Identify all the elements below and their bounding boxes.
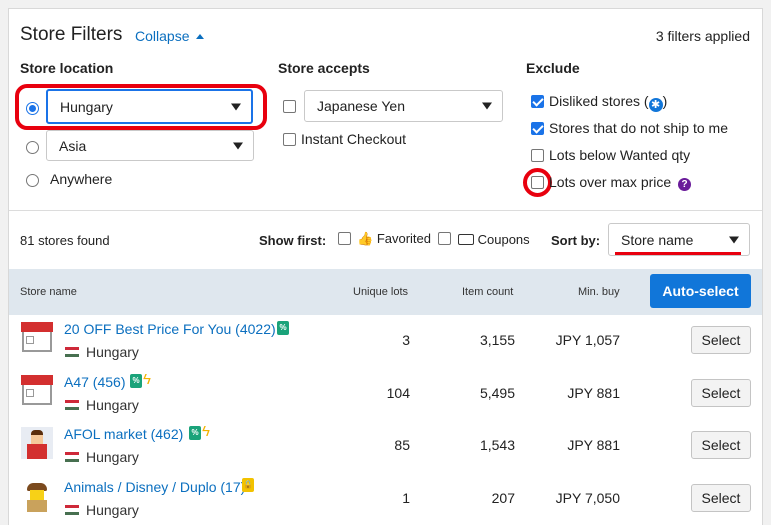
- favorited-option: 👍 Favorited: [357, 231, 431, 247]
- store-location-heading: Store location: [20, 60, 114, 76]
- store-link[interactable]: AFOL market (462): [64, 426, 183, 442]
- stores-found-count: 81 stores found: [20, 233, 110, 248]
- coupons-label: Coupons: [477, 232, 530, 247]
- exclude-noship-checkbox[interactable]: [531, 122, 544, 135]
- store-link[interactable]: A47 (456): [64, 374, 125, 390]
- currency-select-value: Japanese Yen: [317, 98, 405, 114]
- store-country: Hungary: [86, 449, 139, 465]
- exclude-disliked-label: Disliked stores (✱): [549, 93, 667, 112]
- storefront-icon: [21, 322, 53, 354]
- collapse-label: Collapse: [135, 28, 190, 44]
- column-header[interactable]: Unique lots: [353, 286, 408, 298]
- hungary-flag-icon: [65, 400, 79, 410]
- highlight-circle: [523, 168, 552, 197]
- exclude-below-wanted-label: Lots below Wanted qty: [549, 147, 691, 163]
- page-title: Store Filters: [20, 24, 123, 45]
- minifig-avatar: [21, 427, 53, 459]
- auto-select-button[interactable]: Auto-select: [650, 274, 751, 308]
- favorited-checkbox[interactable]: [338, 232, 351, 245]
- min-buy: JPY 881: [567, 385, 620, 401]
- exclude-disliked-text: Disliked stores (: [549, 93, 649, 109]
- table-row: 20 OFF Best Price For You (4022) % Hunga…: [9, 318, 762, 370]
- store-country: Hungary: [86, 397, 139, 413]
- region-select[interactable]: Asia: [46, 130, 254, 161]
- exclude-noship-label: Stores that do not ship to me: [549, 120, 728, 136]
- anywhere-label: Anywhere: [50, 171, 113, 187]
- coupon-badge-icon: %: [130, 374, 142, 388]
- unique-lots: 1: [402, 490, 410, 506]
- exclude-over-max-label: Lots over max price ?: [549, 174, 692, 191]
- table-row: AFOL market (462) % ϟ Hungary 85 1,543 J…: [9, 423, 762, 475]
- coupon-badge-icon: %: [277, 321, 289, 335]
- lightning-icon: ϟ: [202, 423, 210, 440]
- currency-checkbox[interactable]: [283, 100, 296, 113]
- exclude-over-max-text: Lots over max price: [549, 174, 672, 190]
- item-count: 3,155: [479, 332, 515, 348]
- select-button[interactable]: Select: [691, 431, 751, 459]
- lightning-icon: ϟ: [143, 371, 151, 388]
- favorited-label: Favorited: [376, 231, 432, 246]
- lock-badge-icon: 🔒: [242, 478, 254, 492]
- chevron-down-icon: [482, 102, 492, 110]
- store-link[interactable]: Animals / Disney / Duplo (17): [64, 479, 245, 495]
- chevron-up-icon: [196, 34, 205, 39]
- store-accepts-heading: Store accepts: [278, 60, 370, 76]
- exclude-heading: Exclude: [526, 60, 580, 76]
- unique-lots: 3: [402, 332, 410, 348]
- item-count: 1,543: [479, 437, 515, 453]
- coupons-checkbox[interactable]: [438, 232, 451, 245]
- hungary-flag-icon: [65, 452, 79, 462]
- select-button[interactable]: Select: [691, 379, 751, 407]
- store-filters-panel: Store Filters Collapse 3 filters applied…: [8, 8, 763, 525]
- filters-applied-count: 3 filters applied: [655, 28, 750, 44]
- table-row: Animals / Disney / Duplo (17) 🔒 Hungary …: [9, 476, 762, 525]
- gear-icon[interactable]: ✱: [648, 98, 663, 112]
- min-buy: JPY 1,057: [555, 332, 620, 348]
- store-country: Hungary: [86, 502, 139, 518]
- instant-checkout-label: Instant Checkout: [301, 131, 407, 147]
- column-header[interactable]: Item count: [462, 286, 513, 298]
- currency-select[interactable]: Japanese Yen: [304, 90, 503, 122]
- select-button[interactable]: Select: [691, 484, 751, 512]
- sort-underline: [615, 252, 741, 255]
- minifig-avatar: [21, 480, 53, 512]
- unique-lots: 104: [386, 385, 410, 401]
- thumbs-up-icon: 👍: [357, 231, 374, 246]
- coupon-icon: [458, 234, 474, 245]
- exclude-disliked-checkbox[interactable]: [531, 95, 544, 108]
- location-anywhere-radio[interactable]: [26, 174, 39, 187]
- item-count: 207: [491, 490, 515, 506]
- region-select-value: Asia: [59, 137, 87, 154]
- storefront-icon: [21, 375, 53, 407]
- highlight-ring: [15, 84, 267, 130]
- hungary-flag-icon: [65, 505, 79, 515]
- instant-checkout-checkbox[interactable]: [283, 133, 296, 146]
- exclude-below-wanted-checkbox[interactable]: [531, 149, 544, 162]
- hungary-flag-icon: [65, 347, 79, 357]
- table-row: A47 (456) % ϟ Hungary 104 5,495 JPY 881 …: [9, 371, 762, 423]
- sort-select-value: Store name: [621, 231, 694, 248]
- coupons-option: Coupons: [458, 232, 530, 247]
- help-icon[interactable]: ?: [678, 178, 692, 191]
- item-count: 5,495: [479, 385, 515, 401]
- store-link[interactable]: 20 OFF Best Price For You (4022): [64, 321, 276, 337]
- location-region-radio[interactable]: [26, 141, 39, 154]
- select-button[interactable]: Select: [691, 326, 751, 354]
- column-header[interactable]: Min. buy: [578, 286, 620, 298]
- min-buy: JPY 881: [567, 437, 620, 453]
- unique-lots: 85: [394, 437, 410, 453]
- coupon-badge-icon: %: [189, 426, 201, 440]
- chevron-down-icon: [233, 142, 243, 149]
- show-first-label: Show first:: [259, 233, 327, 248]
- min-buy: JPY 7,050: [555, 490, 620, 506]
- column-header[interactable]: Store name: [20, 286, 77, 298]
- store-country: Hungary: [86, 344, 139, 360]
- sort-by-label: Sort by:: [551, 233, 601, 248]
- table-header: Store name Unique lots Item count Min. b…: [9, 269, 762, 315]
- collapse-link[interactable]: Collapse: [135, 28, 205, 44]
- exclude-disliked-suffix: ): [662, 93, 668, 109]
- divider: [9, 210, 762, 211]
- chevron-down-icon: [729, 236, 739, 243]
